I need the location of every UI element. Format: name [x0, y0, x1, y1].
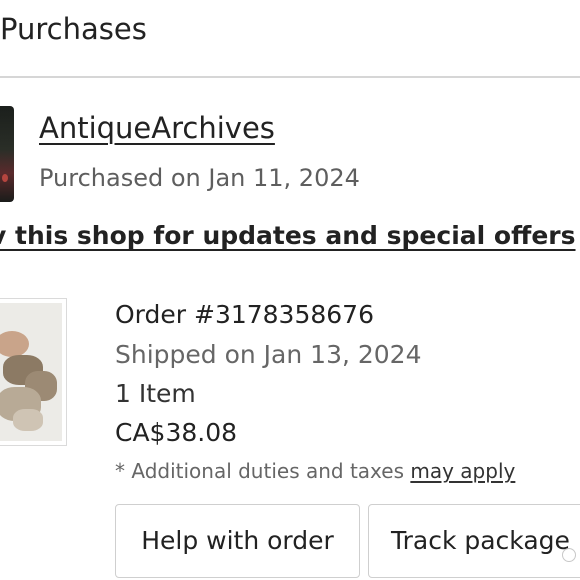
item-thumbnail[interactable]: [0, 298, 67, 446]
watermark-icon: [562, 548, 576, 562]
shop-avatar[interactable]: [0, 106, 14, 202]
shop-name-link[interactable]: AntiqueArchives: [39, 111, 275, 145]
track-package-button[interactable]: Track package: [368, 504, 580, 578]
order-number: Order #3178358676: [115, 300, 374, 329]
ship-date: Shipped on Jan 13, 2024: [115, 340, 422, 369]
page-title: Purchases: [0, 12, 147, 46]
item-image: [0, 303, 62, 441]
duties-link[interactable]: may apply: [410, 459, 515, 483]
duties-text: * Additional duties and taxes: [115, 459, 411, 483]
item-count: 1 Item: [115, 379, 196, 408]
header-divider: [0, 76, 580, 78]
follow-shop-link[interactable]: v this shop for updates and special offe…: [0, 221, 576, 250]
duties-note: * Additional duties and taxes may apply: [115, 459, 515, 483]
order-total: CA$38.08: [115, 418, 238, 447]
purchase-date: Purchased on Jan 11, 2024: [39, 164, 360, 192]
help-with-order-button[interactable]: Help with order: [115, 504, 360, 578]
